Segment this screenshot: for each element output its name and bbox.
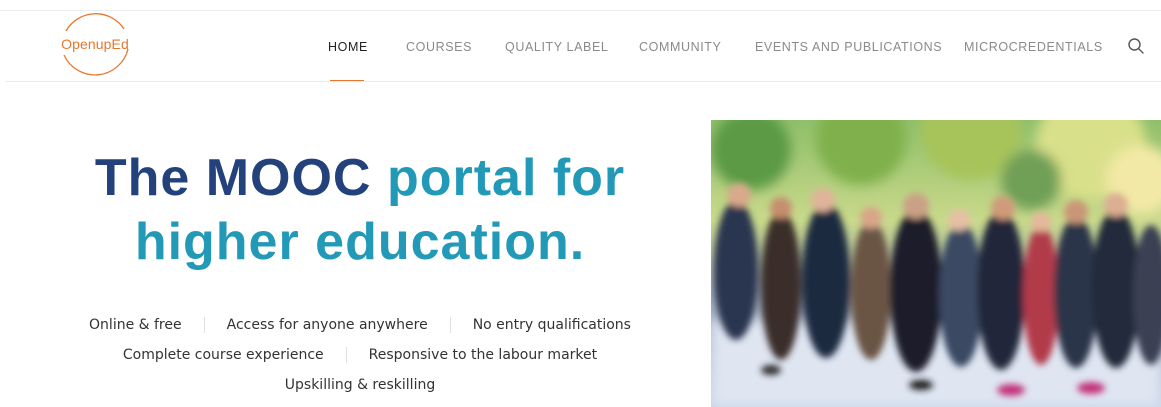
hero-crowd-photo bbox=[711, 120, 1161, 407]
hero-title-line2: higher education. bbox=[134, 213, 586, 271]
feature-list: Online & free Access for anyone anywhere… bbox=[40, 310, 680, 400]
header-bottom-divider bbox=[5, 81, 1161, 82]
feature-item: No entry qualifications bbox=[472, 317, 631, 333]
feature-separator bbox=[203, 317, 205, 333]
feature-item: Online & free bbox=[89, 317, 182, 333]
site-header: OpenupEd HOME COURSES QUALITY LABEL COMM… bbox=[0, 0, 1161, 82]
hero-title-part-teal: portal for bbox=[386, 149, 626, 207]
feature-row: Online & free Access for anyone anywhere… bbox=[40, 310, 680, 340]
hero-title: The MOOC portal for higher education. bbox=[40, 146, 680, 274]
feature-item: Complete course experience bbox=[122, 347, 324, 363]
feature-separator bbox=[345, 347, 347, 363]
feature-item: Upskilling & reskilling bbox=[284, 377, 436, 393]
nav-home[interactable]: HOME bbox=[328, 40, 368, 54]
feature-item: Access for anyone anywhere bbox=[226, 317, 428, 333]
nav-courses[interactable]: COURSES bbox=[406, 40, 472, 54]
feature-separator bbox=[449, 317, 451, 333]
feature-row: Complete course experience Responsive to… bbox=[40, 340, 680, 370]
search-icon[interactable] bbox=[1127, 37, 1145, 55]
hero-title-part-dark: The MOOC bbox=[94, 149, 372, 207]
header-top-divider bbox=[0, 10, 1161, 11]
nav-quality-label[interactable]: QUALITY LABEL bbox=[505, 40, 608, 54]
logo-text: OpenupEd bbox=[61, 36, 129, 52]
feature-row: Upskilling & reskilling bbox=[40, 370, 680, 400]
nav-events-and-publications[interactable]: EVENTS AND PUBLICATIONS bbox=[755, 40, 942, 54]
nav-community[interactable]: COMMUNITY bbox=[639, 40, 721, 54]
openuped-logo[interactable]: OpenupEd bbox=[58, 9, 132, 81]
feature-item: Responsive to the labour market bbox=[368, 347, 598, 363]
nav-microcredentials[interactable]: MICROCREDENTIALS bbox=[964, 40, 1103, 54]
